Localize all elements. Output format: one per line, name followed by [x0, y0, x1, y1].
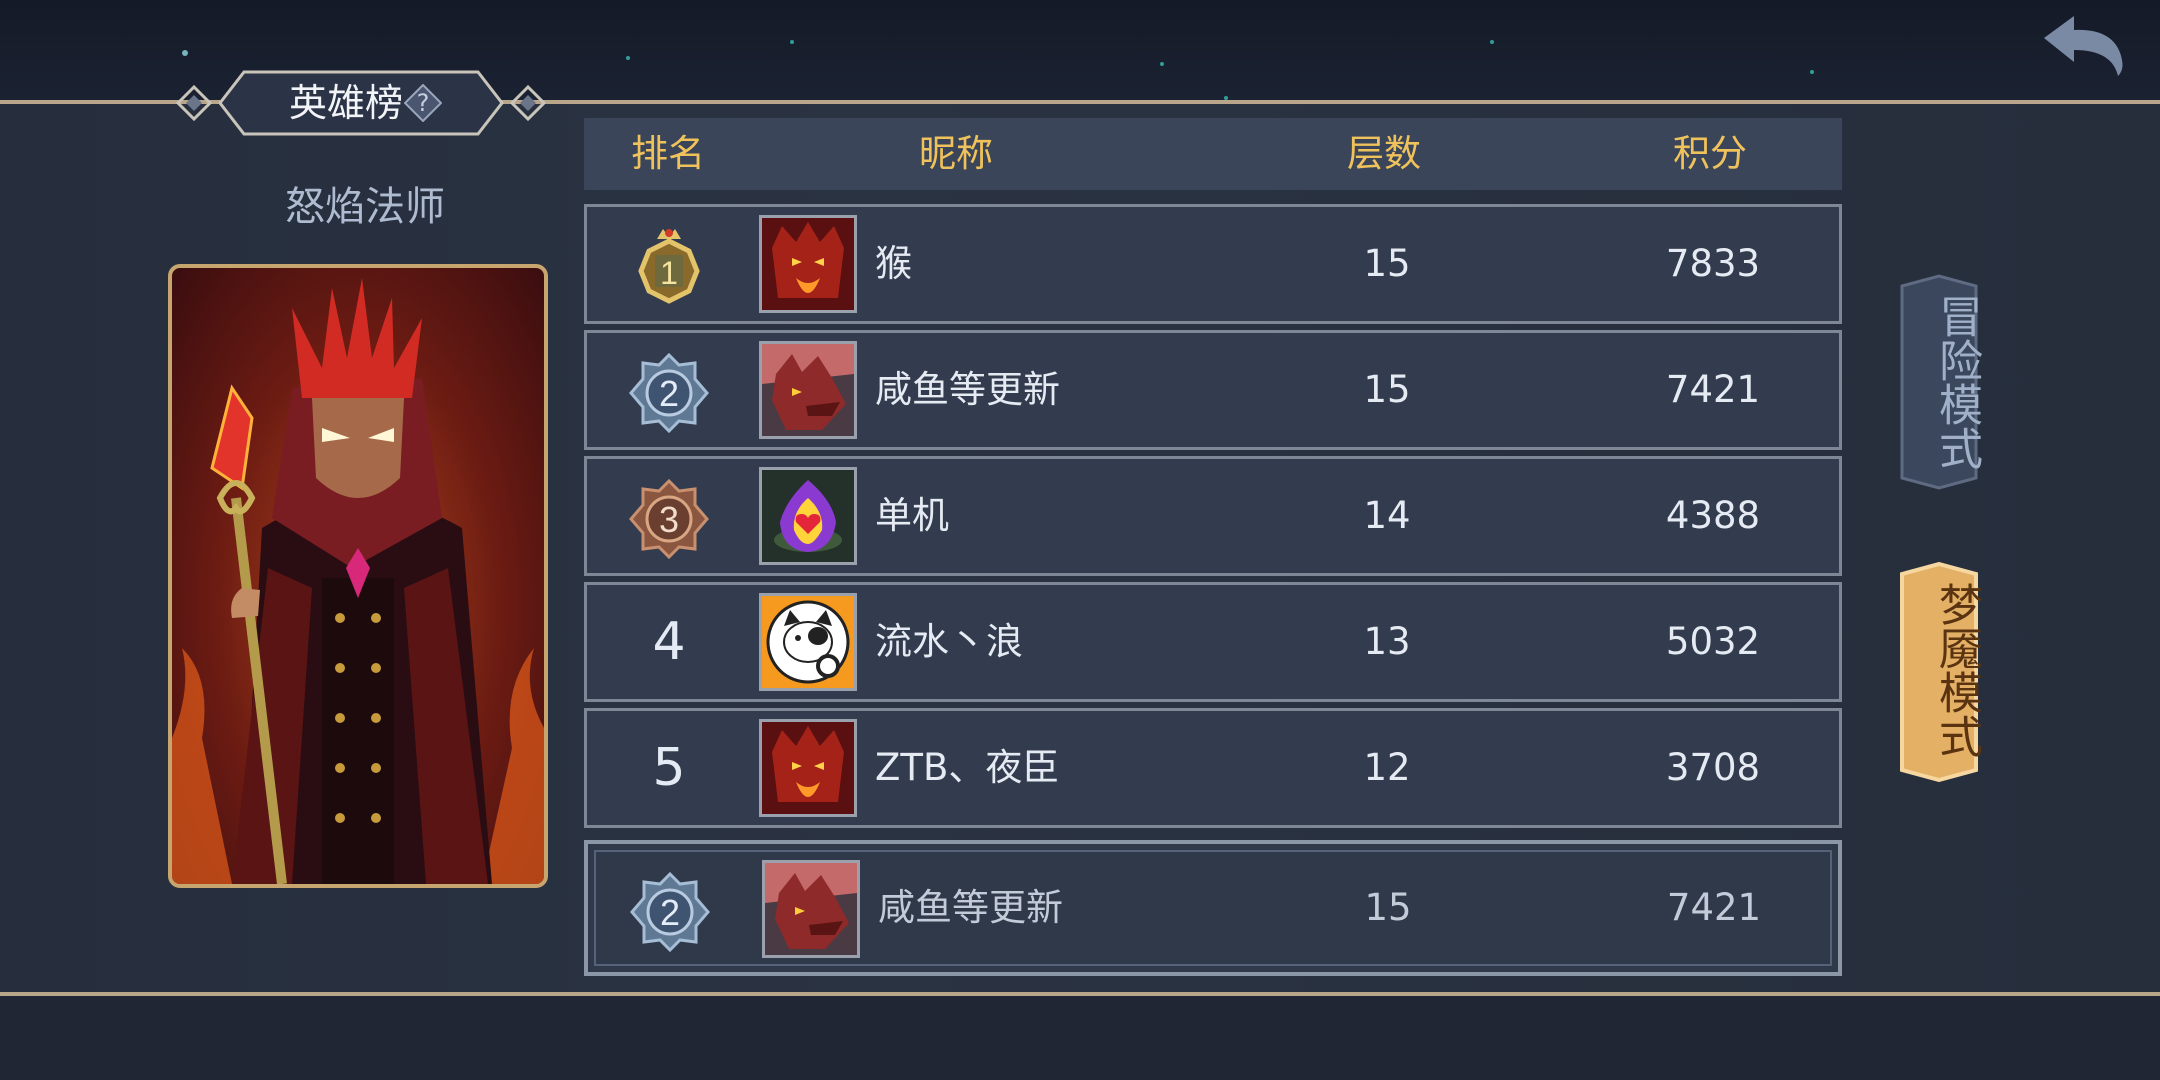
table-row[interactable]: 5 ZTB、夜臣 12 3708	[584, 708, 1842, 828]
rank-number: 4	[652, 612, 686, 672]
player-score: 7421	[1666, 886, 1762, 929]
silver-rank-medal-icon: 2	[630, 871, 710, 953]
title-badge: 英雄榜 ?	[176, 68, 546, 138]
player-score: 3708	[1665, 746, 1761, 789]
fire-demon-avatar-icon	[759, 215, 857, 313]
player-score: 7421	[1665, 368, 1761, 411]
player-nickname: 咸鱼等更新	[875, 368, 1060, 411]
player-floor: 12	[1363, 746, 1411, 789]
hero-name: 怒焰法师	[285, 184, 445, 230]
svg-text:2: 2	[660, 892, 680, 933]
player-floor: 15	[1364, 886, 1412, 929]
player-nickname: 单机	[875, 494, 949, 537]
bronze-rank-medal-icon: 3	[629, 478, 709, 560]
player-score: 4388	[1665, 494, 1761, 537]
adventure-mode-label: 冒险模式	[1931, 294, 1982, 470]
svg-text:2: 2	[659, 373, 679, 414]
player-nickname: 咸鱼等更新	[878, 886, 1063, 929]
svg-text:3: 3	[659, 499, 679, 540]
cat-avatar-icon	[759, 593, 857, 691]
table-row[interactable]: 1 猴 15 7833	[584, 204, 1842, 324]
page-title: 英雄榜	[288, 81, 403, 125]
adventure-mode-button[interactable]: 冒险模式	[1898, 274, 1982, 490]
fire-mage-portrait	[172, 278, 544, 884]
table-row[interactable]: 3 单机 14 4388	[584, 456, 1842, 576]
nightmare-mode-label: 梦魇模式	[1931, 582, 1982, 758]
fire-demon-avatar-icon	[759, 719, 857, 817]
player-nickname: 流水丶浪	[875, 620, 1023, 663]
gold-rank-medal-icon: 1	[638, 229, 700, 304]
dragon-avatar-icon	[762, 860, 860, 958]
leaderboard-header: 排名 昵称 层数 积分	[584, 118, 1842, 190]
player-score: 5032	[1665, 620, 1761, 663]
player-floor: 13	[1363, 620, 1411, 663]
player-nickname: 猴	[875, 242, 912, 285]
help-icon[interactable]: ?	[404, 84, 442, 122]
table-row[interactable]: 2 咸鱼等更新 15 7421	[584, 330, 1842, 450]
silver-rank-medal-icon: 2	[629, 352, 709, 434]
rank-number: 5	[652, 738, 686, 798]
my-rank-row[interactable]: 2 咸鱼等更新 15 7421	[584, 840, 1842, 976]
player-score: 7833	[1665, 242, 1761, 285]
player-nickname: ZTB、夜臣	[875, 746, 1060, 789]
hero-portrait-card[interactable]	[168, 264, 548, 888]
svg-text:1: 1	[660, 255, 678, 291]
column-floor: 层数	[1347, 132, 1421, 175]
column-score: 积分	[1673, 132, 1747, 175]
column-nickname: 昵称	[919, 132, 993, 175]
player-floor: 14	[1363, 494, 1411, 537]
svg-text:?: ?	[417, 89, 430, 117]
nightmare-mode-button[interactable]: 梦魇模式	[1898, 562, 1982, 782]
column-rank: 排名	[631, 132, 705, 175]
table-row[interactable]: 4 流水丶浪 13 5032	[584, 582, 1842, 702]
bottom-bar	[0, 996, 2160, 1080]
player-floor: 15	[1363, 368, 1411, 411]
player-floor: 15	[1363, 242, 1411, 285]
heart-flame-avatar-icon	[759, 467, 857, 565]
dragon-avatar-icon	[759, 341, 857, 439]
back-arrow-icon[interactable]	[2040, 14, 2126, 78]
